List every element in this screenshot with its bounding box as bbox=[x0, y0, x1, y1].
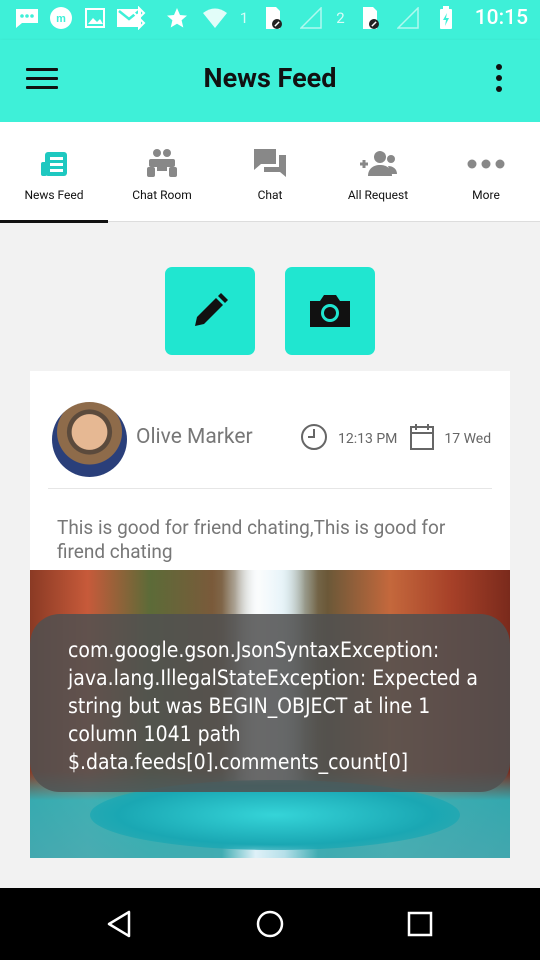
camera-icon bbox=[310, 295, 350, 327]
post-author-name[interactable]: Olive Marker bbox=[136, 425, 253, 449]
star-icon bbox=[164, 6, 190, 30]
tab-all-request[interactable]: All Request bbox=[324, 122, 432, 222]
sim1-icon bbox=[260, 6, 286, 30]
back-icon[interactable] bbox=[100, 904, 140, 944]
svg-text:m: m bbox=[56, 13, 66, 25]
tab-label: More bbox=[472, 188, 500, 202]
post-time: 12:13 PM bbox=[338, 431, 398, 447]
tab-chat[interactable]: Chat bbox=[216, 122, 324, 222]
bluetooth-icon bbox=[126, 6, 152, 30]
signal2-icon bbox=[395, 6, 421, 30]
app-notification-icon: m bbox=[48, 6, 74, 30]
calendar-icon bbox=[409, 423, 435, 455]
tab-label: Chat bbox=[257, 188, 283, 202]
status-time: 10:15 bbox=[474, 6, 528, 30]
app-bar: News Feed bbox=[0, 40, 540, 122]
pencil-icon bbox=[195, 293, 228, 326]
system-nav-bar bbox=[0, 888, 540, 960]
tab-news-feed[interactable]: News Feed bbox=[0, 122, 108, 223]
image-notification-icon bbox=[82, 6, 108, 30]
battery-icon bbox=[433, 6, 459, 30]
recent-apps-icon[interactable] bbox=[400, 904, 440, 944]
tab-label: All Request bbox=[347, 188, 409, 202]
sim2-label: 2 bbox=[336, 9, 345, 27]
chat-icon bbox=[252, 146, 288, 182]
page-title: News Feed bbox=[203, 62, 337, 94]
sim1-label: 1 bbox=[239, 9, 249, 27]
more-icon bbox=[466, 146, 506, 182]
error-toast: com.google.gson.JsonSyntaxException: jav… bbox=[30, 614, 510, 792]
tab-label: Chat Room bbox=[132, 188, 192, 202]
post-date: 17 Wed bbox=[444, 431, 492, 447]
camera-post-button[interactable] bbox=[285, 267, 375, 355]
news-feed-icon bbox=[39, 146, 69, 182]
divider bbox=[48, 488, 492, 489]
message-notification-icon bbox=[14, 6, 40, 30]
post-meta: 12:13 PM 17 Wed bbox=[300, 423, 491, 455]
avatar[interactable] bbox=[52, 402, 127, 477]
post-text: This is good for friend chating,This is … bbox=[57, 516, 446, 563]
home-icon[interactable] bbox=[250, 904, 290, 944]
tab-chat-room[interactable]: Chat Room bbox=[108, 122, 216, 222]
chat-room-icon bbox=[145, 146, 179, 182]
clock-icon bbox=[300, 423, 328, 455]
create-post-button[interactable] bbox=[165, 267, 255, 355]
sim2-icon bbox=[357, 6, 383, 30]
status-bar: m 1 2 10:15 bbox=[0, 0, 540, 40]
tab-more[interactable]: More bbox=[432, 122, 540, 222]
signal1-icon bbox=[298, 6, 324, 30]
overflow-menu-icon[interactable] bbox=[496, 64, 504, 98]
wifi-icon bbox=[202, 6, 228, 30]
tab-bar: News Feed Chat Room Chat All Request Mor… bbox=[0, 122, 540, 223]
all-request-icon bbox=[358, 146, 398, 182]
tab-label: News Feed bbox=[24, 188, 84, 202]
